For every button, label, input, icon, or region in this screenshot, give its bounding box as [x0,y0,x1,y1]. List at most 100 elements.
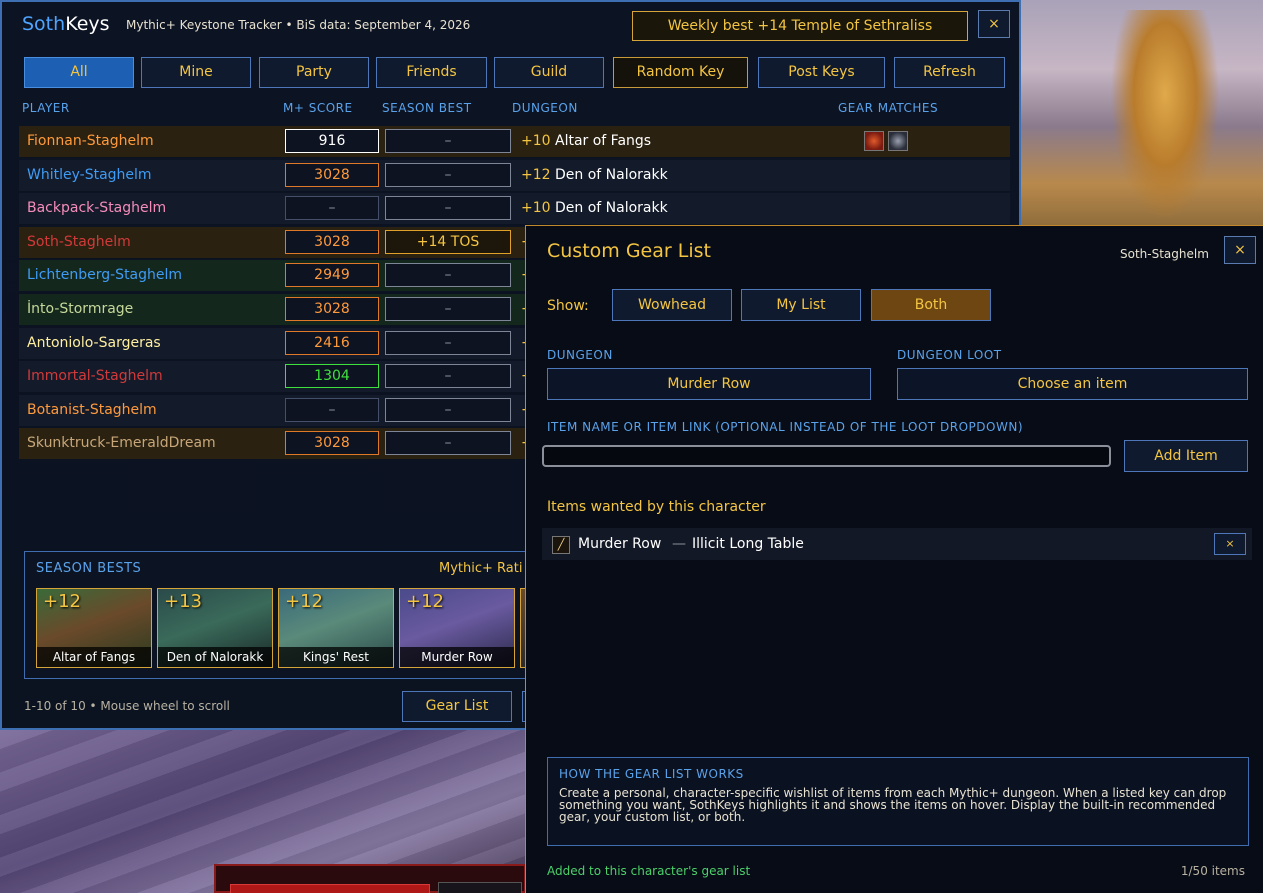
card-dungeon-name: Den of Nalorakk [158,647,272,667]
list-item[interactable]: ╱ Murder Row — Illicit Long Table × [542,528,1252,560]
how-it-works-box: HOW THE GEAR LIST WORKS Create a persona… [547,757,1249,846]
custom-gear-list-panel: Custom Gear List Soth-Staghelm × Show: W… [525,225,1263,893]
how-it-works-title: HOW THE GEAR LIST WORKS [559,767,744,781]
column-dungeon[interactable]: DUNGEON [512,101,578,115]
dungeon-dropdown[interactable]: Murder Row [547,368,871,400]
season-best: – [385,129,511,153]
column-player[interactable]: PLAYER [22,101,70,115]
item-name-input[interactable] [542,445,1111,467]
tab-party[interactable]: Party [259,57,369,88]
season-best: – [385,196,511,220]
player-name: Lichtenberg-Staghelm [27,267,183,283]
gear-match-icon[interactable] [888,131,908,151]
card-key-level: +12 [285,591,323,612]
brand-soth: Soth [22,13,66,35]
mplus-score: 3028 [285,297,379,321]
season-best: – [385,398,511,422]
column-score[interactable]: M+ SCORE [283,101,353,115]
mplus-score: 916 [285,129,379,153]
dungeon-card[interactable]: +12 Murder Row [399,588,515,668]
mplus-score: 1304 [285,364,379,388]
card-key-level: +12 [406,591,444,612]
character-name: Soth-Staghelm [1120,247,1209,261]
tab-mine[interactable]: Mine [141,57,251,88]
mplus-score: 3028 [285,431,379,455]
mplus-score: – [285,398,379,422]
dungeon-name: Den of Nalorakk [555,167,668,183]
column-gear-matches: GEAR MATCHES [838,101,939,115]
mplus-score: 2949 [285,263,379,287]
tab-guild[interactable]: Guild [494,57,604,88]
gear-match-icon[interactable] [864,131,884,151]
item-separator: — [672,536,686,552]
player-name: Backpack-Staghelm [27,200,167,216]
item-name-label: ITEM NAME OR ITEM LINK (OPTIONAL INSTEAD… [547,420,1024,434]
season-best: +14 TOS [385,230,511,254]
dungeon-label: DUNGEON [547,348,613,362]
card-dungeon-name: Kings' Rest [279,647,393,667]
how-it-works-text: Create a personal, character-specific wi… [559,786,1227,824]
table-row[interactable]: Backpack-Staghelm – – +10 Den of Nalorak… [19,193,1010,225]
player-name: Fionnan-Staghelm [27,133,154,149]
season-best: – [385,263,511,287]
dungeon-name: Altar of Fangs [555,133,652,149]
dungeon-loot-label: DUNGEON LOOT [897,348,1002,362]
season-best: – [385,431,511,455]
post-keys-button[interactable]: Post Keys [758,57,885,88]
show-label: Show: [547,298,589,314]
main-close-button[interactable]: × [978,10,1010,38]
season-best: – [385,297,511,321]
unit-frame-slot [438,882,522,893]
player-name: Immortal-Staghelm [27,368,163,384]
game-unit-frame [214,864,526,893]
key-level: +10 [521,133,551,149]
card-dungeon-name: Murder Row [400,647,514,667]
mplus-score: 3028 [285,230,379,254]
status-message: Added to this character's gear list [547,864,751,878]
item-icon: ╱ [552,536,570,554]
random-key-button[interactable]: Random Key [613,57,748,88]
weekly-best-banner: Weekly best +14 Temple of Sethraliss [632,11,968,41]
season-best: – [385,331,511,355]
dungeon-card[interactable]: +13 Den of Nalorakk [157,588,273,668]
dungeon-name: Den of Nalorakk [555,200,668,216]
show-my-list-button[interactable]: My List [741,289,861,321]
panel-title: Custom Gear List [547,240,711,262]
tab-all[interactable]: All [24,57,134,88]
player-name: Skunktruck-EmeraldDream [27,435,216,451]
remove-item-button[interactable]: × [1214,533,1246,555]
table-row[interactable]: Whitley-Staghelm 3028 – +12 Den of Nalor… [19,160,1010,192]
game-background-statue [1110,10,1220,220]
item-name: Illicit Long Table [692,536,804,552]
app-title: SothKeys [22,13,110,35]
tab-friends[interactable]: Friends [376,57,487,88]
show-both-button[interactable]: Both [871,289,991,321]
season-bests-title: SEASON BESTS [36,561,142,576]
column-season-best[interactable]: SEASON BEST [382,101,472,115]
season-best: – [385,364,511,388]
key-level: +10 [521,200,551,216]
row-count-label: 1-10 of 10 • Mouse wheel to scroll [24,699,230,713]
card-key-level: +12 [43,591,81,612]
season-best: – [385,163,511,187]
mplus-score: 3028 [285,163,379,187]
panel-close-button[interactable]: × [1224,236,1256,264]
add-item-button[interactable]: Add Item [1124,440,1248,472]
dungeon-card[interactable]: +12 Altar of Fangs [36,588,152,668]
items-wanted-heading: Items wanted by this character [547,499,766,515]
table-row[interactable]: Fionnan-Staghelm 916 – +10 Altar of Fang… [19,126,1010,158]
mplus-score: – [285,196,379,220]
health-bar [230,884,430,893]
item-count: 1/50 items [1180,864,1245,878]
item-dungeon: Murder Row [578,536,662,552]
mythic-rating-label: Mythic+ Rati [439,561,523,576]
gear-list-button[interactable]: Gear List [402,691,512,722]
season-bests-panel: SEASON BESTS Mythic+ Rati +12 Altar of F… [24,551,544,679]
brand-keys: Keys [65,13,110,35]
dungeon-loot-dropdown[interactable]: Choose an item [897,368,1248,400]
dungeon-card[interactable]: +12 Kings' Rest [278,588,394,668]
player-name: Whitley-Staghelm [27,167,152,183]
show-wowhead-button[interactable]: Wowhead [612,289,732,321]
player-name: Botanist-Staghelm [27,402,157,418]
refresh-button[interactable]: Refresh [894,57,1005,88]
